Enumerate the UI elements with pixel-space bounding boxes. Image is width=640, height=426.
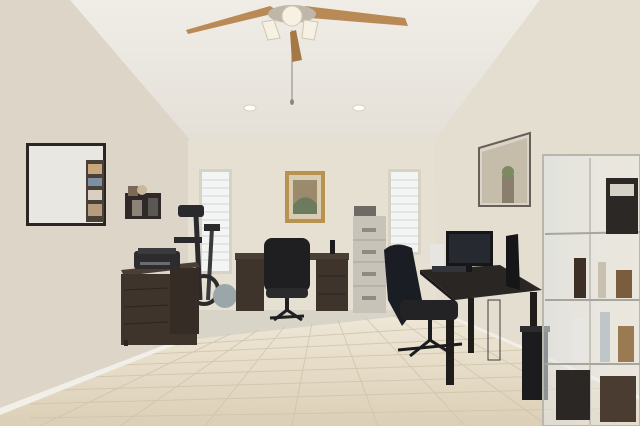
dresser (121, 262, 200, 346)
monitor (446, 231, 493, 272)
window (388, 169, 421, 255)
printer (134, 248, 180, 269)
glass-display-cabinet (542, 154, 640, 426)
exercise-ball (213, 284, 237, 308)
keyboard (432, 266, 466, 272)
file-cabinet (353, 206, 386, 313)
framed-picture (285, 171, 325, 223)
window (199, 169, 232, 274)
monitor (506, 234, 520, 290)
recessed-light (352, 104, 366, 112)
recessed-light (243, 104, 257, 112)
speaker (430, 244, 444, 266)
room-scene (0, 0, 640, 426)
whiteboard (26, 143, 106, 226)
